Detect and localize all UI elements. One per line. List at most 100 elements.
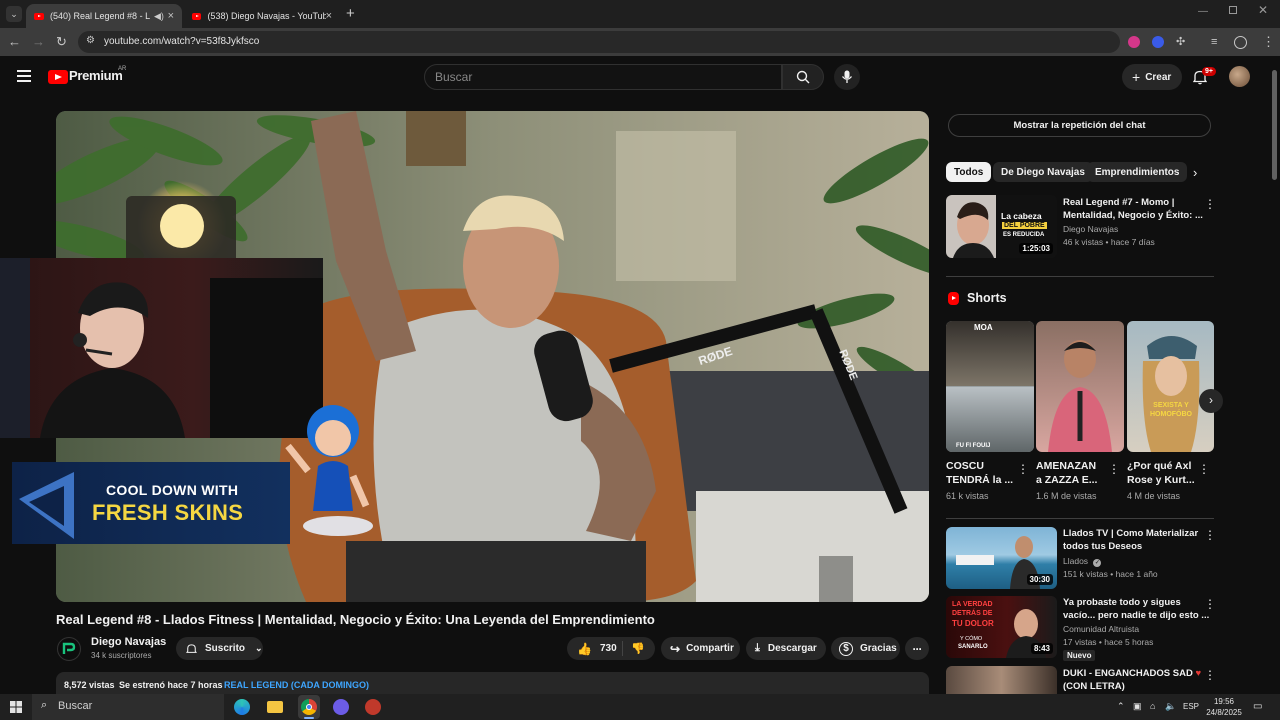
short-title[interactable]: AMENAZAN a ZAZZA E... xyxy=(1036,459,1097,487)
short-thumbnail[interactable]: SEXISTA Y HOMOFÓBO xyxy=(1127,321,1214,452)
voice-search-button[interactable] xyxy=(834,64,860,90)
download-button[interactable]: ⤓ Descargar xyxy=(746,637,826,660)
chip-todos[interactable]: Todos xyxy=(946,162,992,182)
video-duration: 8:43 xyxy=(1030,643,1053,654)
windows-start-icon[interactable] xyxy=(10,701,22,713)
restore-icon[interactable] xyxy=(1229,6,1237,14)
network-icon[interactable]: ⌂ xyxy=(1150,701,1155,711)
more-options-icon[interactable]: ⋮ xyxy=(1204,198,1216,210)
youtube-logo-icon[interactable] xyxy=(48,70,68,84)
media-controls-icon[interactable]: ≡ xyxy=(1211,34,1217,50)
thanks-button[interactable]: $ Gracias xyxy=(831,637,900,660)
clock-date: 24/8/2025 xyxy=(1206,708,1242,717)
more-options-icon[interactable]: ⋮ xyxy=(1108,463,1120,475)
premium-logo-text[interactable]: Premium xyxy=(69,68,123,83)
file-explorer-icon[interactable] xyxy=(267,701,283,713)
channel-avatar[interactable] xyxy=(57,637,81,661)
short-title[interactable]: COSCU TENDRÁ la ... xyxy=(946,459,1013,487)
volume-icon[interactable]: 🔈 xyxy=(1165,701,1176,712)
related-video-title[interactable]: DUKI - ENGANCHADOS SAD ♥ (CON LETRA) xyxy=(1063,667,1201,693)
reload-icon[interactable]: ↻ xyxy=(56,34,67,50)
related-video-thumbnail[interactable] xyxy=(946,666,1057,694)
streamer-figure xyxy=(0,258,323,438)
new-tab-button[interactable]: + xyxy=(346,5,355,22)
more-options-icon[interactable]: ⋮ xyxy=(1204,598,1216,610)
close-tab-icon[interactable]: × xyxy=(326,10,332,22)
tab-diego-navajas[interactable]: (538) Diego Navajas - YouTube × xyxy=(184,4,340,28)
more-options-icon[interactable]: ⋮ xyxy=(1204,669,1216,681)
search-button[interactable] xyxy=(782,64,824,90)
banner-line-1: COOL DOWN WITH xyxy=(106,482,239,498)
tray-app-icon[interactable]: ▣ xyxy=(1133,701,1142,712)
related-video-title[interactable]: Llados TV | Como Materializar todos tus … xyxy=(1063,527,1198,553)
hashtag-link[interactable]: REAL LEGEND (CADA DOMINGO) xyxy=(224,680,369,690)
account-avatar[interactable] xyxy=(1229,66,1250,87)
dislike-button[interactable]: 👎 xyxy=(623,642,645,655)
shorts-next-button[interactable]: › xyxy=(1199,389,1223,413)
more-options-icon[interactable]: ⋮ xyxy=(1198,463,1210,475)
close-window-icon[interactable]: ✕ xyxy=(1258,3,1268,17)
more-options-icon[interactable]: ⋮ xyxy=(1204,529,1216,541)
back-icon[interactable]: ← xyxy=(8,34,21,50)
subscribed-button[interactable]: Suscrito ⌄ xyxy=(176,637,263,660)
related-video-title[interactable]: Ya probaste todo y sigues vacío... pero … xyxy=(1063,596,1209,622)
extension-icon-1[interactable] xyxy=(1128,36,1140,48)
related-video-thumbnail[interactable]: LA VERDAD DETRÁS DE TU DOLOR Y CÓMO SANA… xyxy=(946,596,1057,658)
like-button[interactable]: 👍 730 xyxy=(567,641,623,656)
extensions-puzzle-icon[interactable]: ✣ xyxy=(1176,34,1185,50)
related-video-thumbnail[interactable]: 30:30 xyxy=(946,527,1057,589)
plus-icon: + xyxy=(1132,69,1141,85)
chip-emprendimientos[interactable]: Emprendimientos xyxy=(1087,162,1188,182)
audio-playing-icon[interactable]: ◀) xyxy=(154,11,164,22)
taskbar-search-icon: ⌕ xyxy=(41,699,48,711)
related-video-channel[interactable]: Llados ✓ xyxy=(1063,555,1102,568)
clock[interactable]: 19:56 24/8/2025 xyxy=(1204,696,1244,718)
short-thumbnail[interactable]: MOA FU FI FOUIJ xyxy=(946,321,1034,452)
more-options-icon[interactable]: ⋮ xyxy=(1017,463,1029,475)
related-video-title[interactable]: Real Legend #7 - Momo | Mentalidad, Nego… xyxy=(1063,196,1203,222)
chips-next-chevron-icon[interactable]: › xyxy=(1193,165,1197,180)
title-line: (CON LETRA) xyxy=(1063,681,1125,692)
title-line: ¿Por qué Axl xyxy=(1127,460,1192,472)
notifications-center-icon[interactable]: ▭ xyxy=(1253,701,1262,712)
share-button[interactable]: ↪ Compartir xyxy=(661,637,740,660)
edge-icon[interactable] xyxy=(234,699,250,715)
url-text[interactable]: youtube.com/watch?v=53f8Jykfsco xyxy=(104,36,259,47)
app-icon-purple[interactable] xyxy=(333,699,349,715)
page-scrollbar[interactable] xyxy=(1270,56,1280,694)
extension-icon-2[interactable] xyxy=(1152,36,1164,48)
search-input[interactable] xyxy=(435,70,775,84)
hamburger-menu-icon[interactable] xyxy=(17,70,31,82)
related-video-channel[interactable]: Diego Navajas xyxy=(1063,223,1118,236)
search-box[interactable] xyxy=(424,64,782,90)
language-indicator[interactable]: ESP xyxy=(1183,702,1199,711)
tab-search-icon[interactable]: ⌄ xyxy=(6,6,22,22)
browser-menu-icon[interactable]: ⋮ xyxy=(1262,34,1275,50)
chrome-icon[interactable] xyxy=(298,695,320,719)
create-button[interactable]: + Crear xyxy=(1122,64,1182,90)
address-bar[interactable]: ⚙ youtube.com/watch?v=53f8Jykfsco xyxy=(78,31,1120,53)
chip-de-diego-navajas[interactable]: De Diego Navajas xyxy=(993,162,1093,182)
show-chat-replay-button[interactable]: Mostrar la repetición del chat xyxy=(948,114,1211,137)
video-title: Real Legend #8 - Llados Fitness | Mental… xyxy=(56,612,655,627)
app-icon-red[interactable] xyxy=(365,699,381,715)
more-actions-button[interactable]: ··· xyxy=(905,637,929,660)
related-video-channel[interactable]: Comunidad Altruista xyxy=(1063,623,1139,636)
tab-real-legend[interactable]: (540) Real Legend #8 - Llad ◀) × xyxy=(26,4,182,28)
profile-icon[interactable] xyxy=(1234,36,1247,49)
site-info-icon[interactable]: ⚙ xyxy=(86,35,95,46)
related-video-thumbnail[interactable]: La cabeza DEL POBRE ES REDUCIDA 1:25:03 xyxy=(946,195,1057,258)
tray-overflow-icon[interactable]: ⌃ xyxy=(1117,701,1125,712)
scrollbar-thumb[interactable] xyxy=(1272,70,1277,180)
description-box[interactable]: 8,572 vistas Se estrenó hace 7 horas REA… xyxy=(56,672,929,694)
short-thumbnail[interactable] xyxy=(1036,321,1124,452)
heart-icon: ♥ xyxy=(1195,668,1202,679)
minimize-icon[interactable]: — xyxy=(1198,6,1208,17)
download-icon: ⤓ xyxy=(755,642,760,654)
forward-icon[interactable]: → xyxy=(32,34,45,50)
close-tab-icon[interactable]: × xyxy=(168,10,174,22)
taskbar-search-input[interactable] xyxy=(58,700,208,712)
short-title[interactable]: ¿Por qué Axl Rose y Kurt... xyxy=(1127,459,1195,487)
taskbar-search-box[interactable]: ⌕ xyxy=(32,694,224,720)
channel-name[interactable]: Diego Navajas xyxy=(91,636,166,648)
